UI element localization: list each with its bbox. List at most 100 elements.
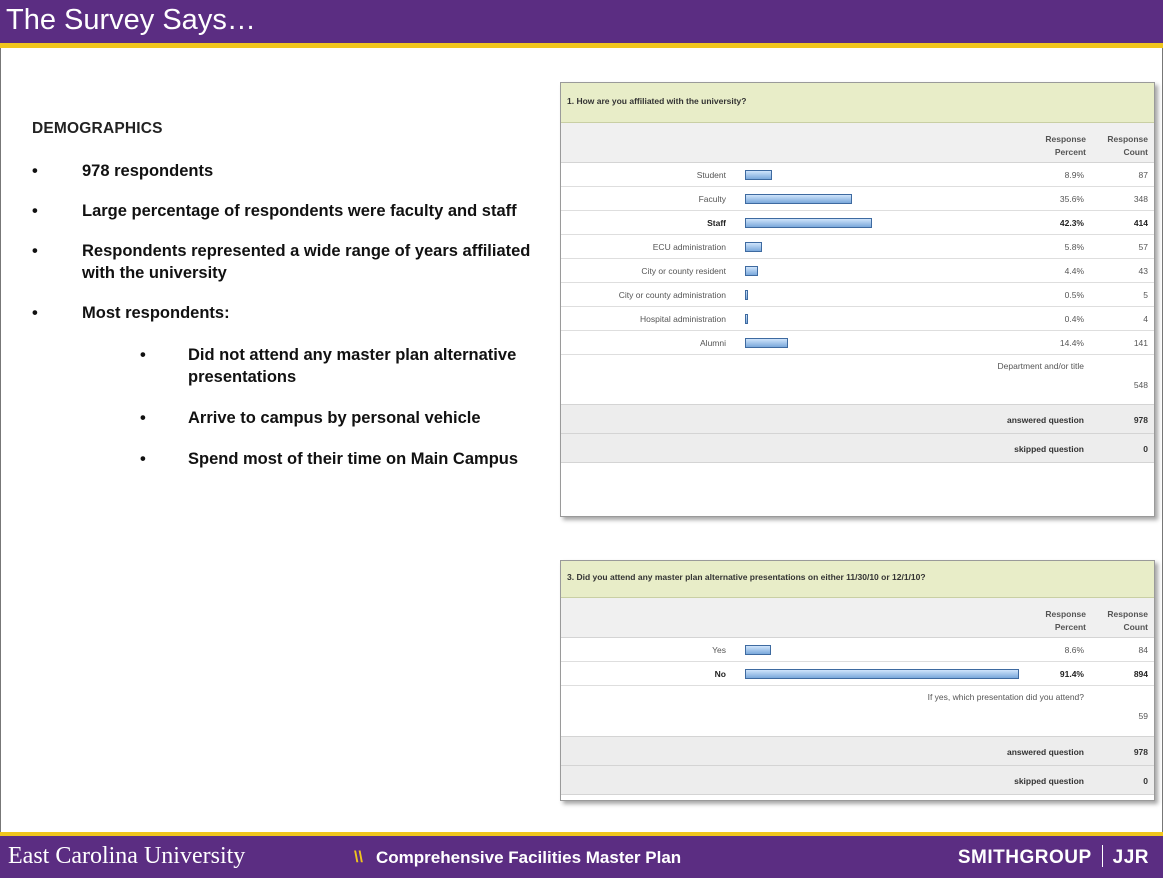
response-label: ECU administration — [652, 242, 726, 252]
skipped-row: skipped question 0 — [561, 434, 1154, 463]
response-bar-track — [745, 290, 1005, 300]
response-rows: Student 8.9% 87 Faculty 35.6% 348 Staff 42.3% 41… — [561, 163, 1154, 355]
response-count: 894 — [1133, 669, 1148, 679]
response-count: 57 — [1138, 242, 1148, 252]
column-header: Response Percent Response Count — [561, 598, 1154, 638]
bullet-dot: • — [32, 304, 38, 322]
header-line: Percent — [1054, 622, 1086, 632]
sub-bullet-text: Spend most of their time on Main Campus — [188, 450, 519, 468]
response-percent: 14.4% — [1059, 338, 1084, 348]
response-percent: 91.4% — [1059, 669, 1084, 679]
response-row: Hospital administration 0.4% 4 — [561, 307, 1154, 331]
response-percent: 35.6% — [1059, 194, 1084, 204]
text-response-count: 59 — [1138, 711, 1148, 721]
response-bar-track — [745, 218, 1005, 228]
bullet-dot: • — [140, 409, 146, 427]
response-row: Staff 42.3% 414 — [561, 211, 1154, 235]
header-line: Response — [1045, 134, 1086, 144]
text-response-label: If yes, which presentation did you atten… — [927, 692, 1084, 702]
response-percent: 8.9% — [1064, 170, 1084, 180]
response-row: City or county administration 0.5% 5 — [561, 283, 1154, 307]
bullet-item: • 978 respondents — [32, 160, 542, 182]
footer-accent-line — [0, 832, 1163, 836]
sub-bullet-text: Arrive to campus by personal vehicle — [188, 409, 481, 427]
bullet-dot: • — [32, 202, 38, 220]
response-label: Faculty — [698, 194, 726, 204]
text-response-row: Department and/or title 548 — [561, 355, 1154, 405]
response-count: 84 — [1138, 645, 1148, 655]
response-row: City or county resident 4.4% 43 — [561, 259, 1154, 283]
response-bar — [745, 314, 748, 324]
response-bar — [745, 669, 1019, 679]
text-response-count: 548 — [1133, 380, 1148, 390]
response-bar-track — [745, 314, 1005, 324]
bullet-item: • Most respondents: • Did not attend any m… — [32, 302, 542, 470]
footer-bar: East Carolina University \\ Comprehensiv… — [0, 832, 1163, 878]
response-bar-track — [745, 645, 1005, 655]
bullet-text: Respondents represented a wide range of … — [82, 242, 531, 282]
bullet-item: • Respondents represented a wide range of… — [32, 240, 542, 284]
footer-separator: \\ — [354, 849, 363, 866]
response-count: 4 — [1143, 314, 1148, 324]
sub-bullet-item: • Arrive to campus by personal vehicle — [82, 407, 542, 429]
column-header: Response Percent Response Count — [561, 123, 1154, 163]
response-bar — [745, 266, 758, 276]
skipped-count: 0 — [1143, 444, 1148, 454]
question-header: 1. How are you affiliated with the unive… — [561, 83, 1154, 123]
response-count: 348 — [1133, 194, 1148, 204]
response-label: Yes — [712, 645, 726, 655]
bullet-dot: • — [140, 346, 146, 364]
answered-count: 978 — [1133, 415, 1148, 425]
response-label: City or county resident — [641, 266, 726, 276]
header-line: Response — [1107, 609, 1148, 619]
footer-plan-name: Comprehensive Facilities Master Plan — [376, 848, 682, 867]
response-row: Student 8.9% 87 — [561, 163, 1154, 187]
question-header: 3. Did you attend any master plan altern… — [561, 561, 1154, 598]
logo-smithgroup: SMITHGROUP — [957, 847, 1092, 868]
response-bar-track — [745, 266, 1005, 276]
response-count: 414 — [1133, 218, 1148, 228]
response-percent-header: Response Percent — [1045, 133, 1086, 159]
response-count: 87 — [1138, 170, 1148, 180]
slide-title: The Survey Says… — [6, 4, 256, 36]
title-bar: The Survey Says… — [0, 0, 1163, 48]
response-count-header: Response Count — [1107, 608, 1148, 634]
sub-bullet-item: • Did not attend any master plan alternat… — [82, 344, 542, 388]
sub-bullet-text: Did not attend any master plan alternati… — [188, 346, 517, 386]
response-bar — [745, 290, 748, 300]
response-rows: Yes 8.6% 84 No 91.4% 894 — [561, 638, 1154, 686]
skipped-label: skipped question — [1014, 776, 1084, 786]
response-count: 141 — [1133, 338, 1148, 348]
response-bar — [745, 338, 788, 348]
response-percent: 4.4% — [1064, 266, 1084, 276]
answered-count: 978 — [1133, 747, 1148, 757]
response-bar-track — [745, 242, 1005, 252]
skipped-row: skipped question 0 — [561, 766, 1154, 795]
header-line: Response — [1045, 609, 1086, 619]
header-line: Percent — [1054, 147, 1086, 157]
logo-jjr: JJR — [1112, 847, 1149, 868]
skipped-count: 0 — [1143, 776, 1148, 786]
answered-label: answered question — [1007, 747, 1084, 757]
response-percent-header: Response Percent — [1045, 608, 1086, 634]
text-response-row: If yes, which presentation did you atten… — [561, 686, 1154, 737]
text-response-label: Department and/or title — [997, 361, 1084, 371]
bullet-item: • Large percentage of respondents were fa… — [32, 200, 542, 222]
response-bar — [745, 242, 762, 252]
bullet-text: 978 respondents — [82, 162, 214, 180]
response-bar — [745, 645, 771, 655]
bullet-dot: • — [140, 450, 146, 468]
response-percent: 8.6% — [1064, 645, 1084, 655]
response-percent: 0.5% — [1064, 290, 1084, 300]
demographics-heading: DEMOGRAPHICS — [32, 120, 163, 137]
response-percent: 0.4% — [1064, 314, 1084, 324]
response-row: Faculty 35.6% 348 — [561, 187, 1154, 211]
response-bar — [745, 170, 772, 180]
response-label: Staff — [707, 218, 726, 228]
sub-bullet-list: • Did not attend any master plan alternat… — [82, 344, 542, 470]
response-row: ECU administration 5.8% 57 — [561, 235, 1154, 259]
bullet-dot: • — [32, 242, 38, 260]
header-line: Count — [1123, 147, 1148, 157]
response-bar-track — [745, 669, 1019, 679]
response-percent: 42.3% — [1059, 218, 1084, 228]
